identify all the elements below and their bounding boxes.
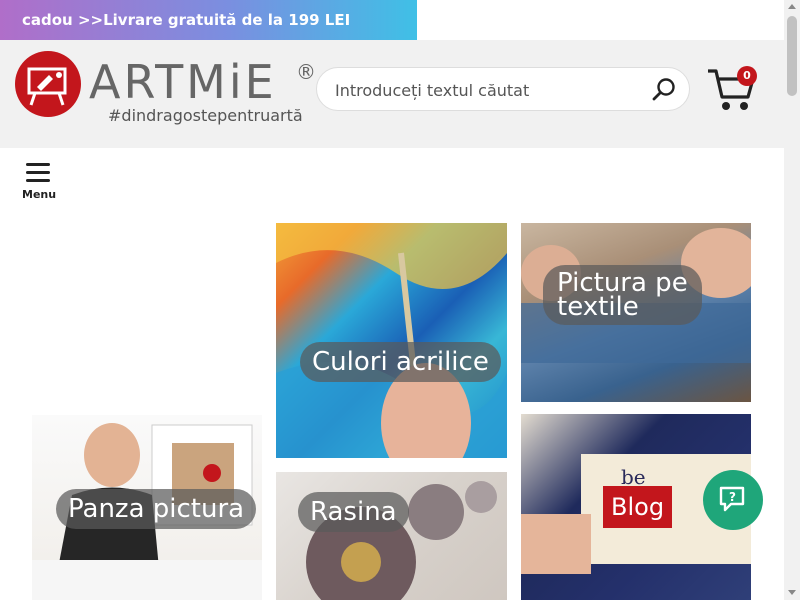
chat-help-icon[interactable]: ? bbox=[703, 470, 763, 530]
tile-label-resin: Rasina bbox=[298, 492, 409, 532]
easel-logo-icon[interactable] bbox=[15, 51, 81, 117]
tile-label-acrylic: Culori acrilice bbox=[300, 342, 501, 382]
category-tile-canvas[interactable]: Panza pictura bbox=[32, 415, 262, 600]
scroll-down-arrow-icon[interactable] bbox=[788, 590, 796, 595]
search-box bbox=[316, 67, 690, 112]
scroll-up-arrow-icon[interactable] bbox=[788, 4, 796, 9]
site-header: ARTMiE ® #dindragostepentruartă bbox=[0, 40, 784, 148]
tile-label-canvas: Panza pictura bbox=[56, 489, 257, 529]
search-input[interactable] bbox=[333, 68, 637, 112]
search-icon[interactable] bbox=[651, 77, 677, 103]
brand-name[interactable]: ARTMiE bbox=[89, 54, 277, 110]
brand-tagline: #dindragostepentruartă bbox=[108, 106, 303, 125]
scrollbar-thumb[interactable] bbox=[787, 16, 797, 96]
tile-label-blog[interactable]: Blog bbox=[603, 486, 673, 528]
menu-label[interactable]: Menu bbox=[22, 188, 56, 201]
promo-banner[interactable]: cadou >>Livrare gratuită de la 199 LEI bbox=[0, 0, 417, 40]
category-tile-acrylic[interactable]: Culori acrilice bbox=[276, 223, 507, 458]
svg-text:?: ? bbox=[729, 490, 736, 504]
tile-label-textile: Pictura pe textile bbox=[543, 265, 702, 325]
tile-label-textile-line2: textile bbox=[557, 292, 639, 322]
category-tile-textile[interactable]: Pictura pe textile bbox=[521, 223, 751, 402]
cart-count-badge: 0 bbox=[737, 66, 757, 86]
promo-text: cadou >>Livrare gratuită de la 199 LEI bbox=[22, 11, 351, 29]
registered-mark: ® bbox=[296, 60, 316, 84]
category-tile-resin[interactable]: Rasina bbox=[276, 472, 507, 600]
